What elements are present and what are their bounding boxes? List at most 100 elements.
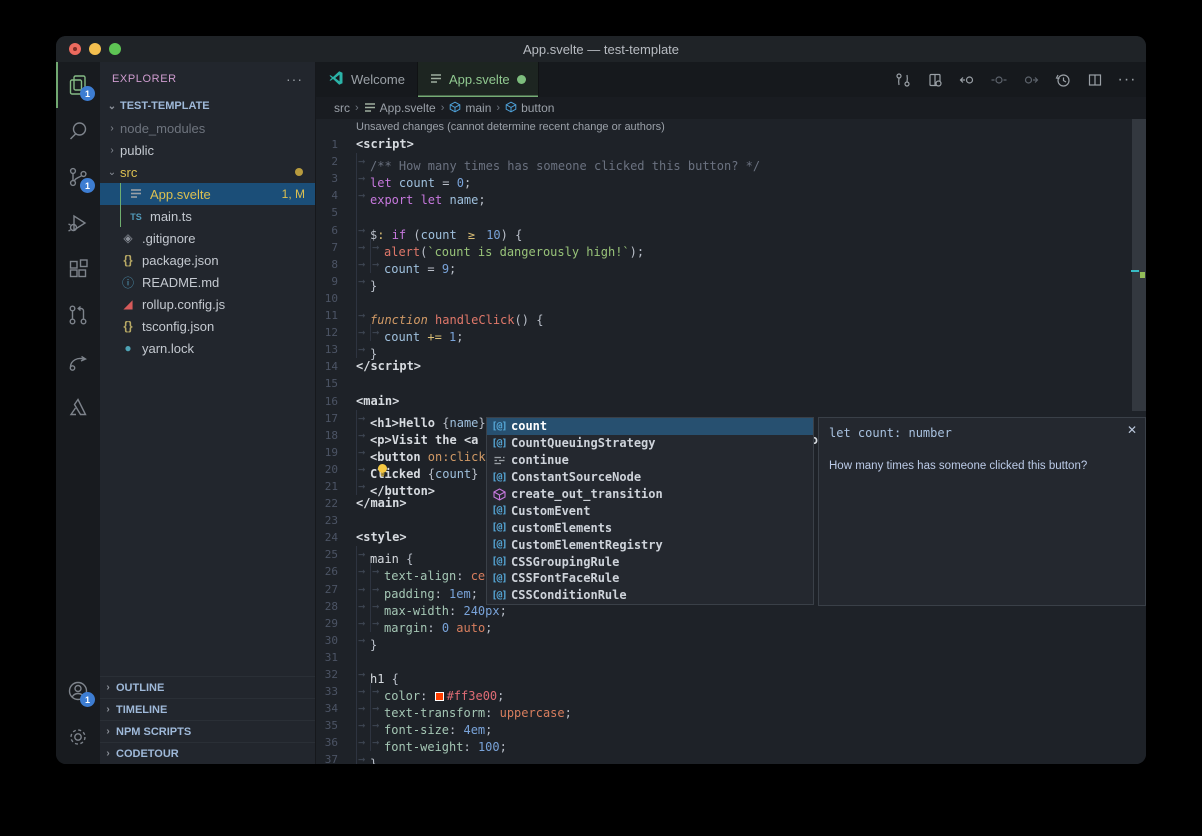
code-line-14[interactable]: 14</script> xyxy=(316,358,1146,375)
code-line-32[interactable]: 32→h1 { xyxy=(316,666,1146,683)
code-line-10[interactable]: 10→ xyxy=(316,290,1146,307)
symbol-var-icon: [@] xyxy=(487,556,511,567)
symbol-var-icon: [@] xyxy=(487,421,511,432)
sidebar-title: EXPLORER xyxy=(112,73,286,85)
svelte-file-icon xyxy=(128,187,144,202)
code-line-11[interactable]: 11→function handleClick() { xyxy=(316,307,1146,324)
tree-root-test-template[interactable]: ⌄ TEST-TEMPLATE xyxy=(100,95,315,117)
close-icon[interactable]: ✕ xyxy=(1127,423,1137,437)
breadcrumb-item-main[interactable]: main xyxy=(449,101,491,116)
code-line-2[interactable]: 2→/** How many times has someone clicked… xyxy=(316,153,1146,170)
line-number: 22 xyxy=(316,495,356,512)
code-line-36[interactable]: 36→→font-weight: 100; xyxy=(316,734,1146,751)
code-line-5[interactable]: 5→ xyxy=(316,204,1146,221)
explorer-icon[interactable]: 1 xyxy=(56,62,100,108)
overview-ruler-mark-teal xyxy=(1131,270,1139,272)
code-line-3[interactable]: 3→let count = 0; xyxy=(316,170,1146,187)
search-icon[interactable] xyxy=(56,108,100,154)
tree-item-package-json[interactable]: {}package.json xyxy=(100,249,315,271)
code-line-6[interactable]: 6→$: if (count ≥ 10) { xyxy=(316,222,1146,239)
run-debug-icon[interactable] xyxy=(56,200,100,246)
extensions-icon[interactable] xyxy=(56,246,100,292)
tree-item-tsconfig-json[interactable]: {}tsconfig.json xyxy=(100,315,315,337)
code-line-30[interactable]: 30→} xyxy=(316,632,1146,649)
suggest-item-count[interactable]: [@]count xyxy=(487,418,813,435)
symbol-var-icon: [@] xyxy=(487,438,511,449)
code-line-8[interactable]: 8→→count = 9; xyxy=(316,256,1146,273)
tab-welcome[interactable]: Welcome xyxy=(316,62,418,97)
breadcrumb-item-app-svelte[interactable]: App.svelte xyxy=(364,101,436,116)
line-number: 26 xyxy=(316,563,356,580)
code-line-12[interactable]: 12→→count += 1; xyxy=(316,324,1146,341)
tree-item-src[interactable]: ⌄src xyxy=(100,161,315,183)
code-line-16[interactable]: 16<main> xyxy=(316,393,1146,410)
tree-item-main-ts[interactable]: TSmain.ts xyxy=(100,205,315,227)
code-line-37[interactable]: 37→} xyxy=(316,751,1146,764)
modified-dot-icon[interactable] xyxy=(517,75,526,84)
accounts-icon[interactable]: 1 xyxy=(56,668,100,714)
suggest-item-countqueuingstrategy[interactable]: [@]CountQueuingStrategy xyxy=(487,435,813,452)
tree-item-rollup-config-js[interactable]: ◢rollup.config.js xyxy=(100,293,315,315)
prev-change-icon[interactable] xyxy=(956,69,978,91)
tab-whitespace-icon: → xyxy=(356,751,370,764)
breadcrumb-item-button[interactable]: button xyxy=(505,101,554,116)
chevron-right-icon: › xyxy=(100,726,116,737)
line-number: 17 xyxy=(316,410,356,427)
code-line-9[interactable]: 9→} xyxy=(316,273,1146,290)
next-change-icon[interactable] xyxy=(1020,69,1042,91)
suggest-item-constantsourcenode[interactable]: [@]ConstantSourceNode xyxy=(487,469,813,486)
suggest-item-cssgroupingrule[interactable]: [@]CSSGroupingRule xyxy=(487,553,813,570)
editor-scrollbar[interactable] xyxy=(1132,119,1146,411)
split-editor-icon[interactable] xyxy=(1084,69,1106,91)
tab-whitespace-icon: → xyxy=(370,734,384,751)
tab-whitespace-icon: → xyxy=(370,256,384,273)
suggest-item-continue[interactable]: continue xyxy=(487,452,813,469)
gitlens-compare-icon[interactable] xyxy=(892,69,914,91)
tree-item-public[interactable]: ›public xyxy=(100,139,315,161)
line-number: 8 xyxy=(316,256,356,273)
code-line-34[interactable]: 34→→text-transform: uppercase; xyxy=(316,700,1146,717)
suggest-item-create_out_transition[interactable]: create_out_transition xyxy=(487,486,813,503)
tree-item-node-modules[interactable]: ›node_modules xyxy=(100,117,315,139)
open-changes-icon[interactable] xyxy=(924,69,946,91)
suggest-item-customelements[interactable]: [@]customElements xyxy=(487,519,813,536)
suggest-item-customelementregistry[interactable]: [@]CustomElementRegistry xyxy=(487,536,813,553)
gitlens-annotation[interactable]: Unsaved changes (cannot determine recent… xyxy=(316,119,1146,136)
tree-item-readme-md[interactable]: ⓘREADME.md xyxy=(100,271,315,293)
section-timeline[interactable]: ›TIMELINE xyxy=(100,698,315,720)
azure-icon[interactable] xyxy=(56,384,100,430)
more-actions-icon[interactable]: ··· xyxy=(286,71,303,87)
code-line-13[interactable]: 13→} xyxy=(316,341,1146,358)
tab-whitespace-icon: → xyxy=(356,461,370,478)
source-control-icon[interactable]: 1 xyxy=(56,154,100,200)
code-line-33[interactable]: 33→→color: #ff3e00; xyxy=(316,683,1146,700)
section-npm-scripts[interactable]: ›NPM SCRIPTS xyxy=(100,720,315,742)
code-line-4[interactable]: 4→export let name; xyxy=(316,187,1146,204)
code-line-35[interactable]: 35→→font-size: 4em; xyxy=(316,717,1146,734)
svelte-icon xyxy=(364,101,376,116)
github-pr-icon[interactable] xyxy=(56,292,100,338)
tree-item-yarn-lock[interactable]: ●yarn.lock xyxy=(100,337,315,359)
code-line-29[interactable]: 29→→margin: 0 auto; xyxy=(316,615,1146,632)
line-number: 3 xyxy=(316,170,356,187)
settings-icon[interactable] xyxy=(56,714,100,760)
suggest-item-customevent[interactable]: [@]CustomEvent xyxy=(487,502,813,519)
breadcrumb-item-src[interactable]: src xyxy=(334,101,350,115)
code-line-7[interactable]: 7→→alert(`count is dangerously high!`); xyxy=(316,239,1146,256)
code-line-31[interactable]: 31→ xyxy=(316,649,1146,666)
code-line-1[interactable]: 1<script> xyxy=(316,136,1146,153)
line-number: 20 xyxy=(316,461,356,478)
current-change-icon[interactable] xyxy=(988,69,1010,91)
section-outline[interactable]: ›OUTLINE xyxy=(100,676,315,698)
section-codetour[interactable]: ›CODETOUR xyxy=(100,742,315,764)
code-line-15[interactable]: 15 xyxy=(316,375,1146,392)
live-share-icon[interactable] xyxy=(56,338,100,384)
line-number: 13 xyxy=(316,341,356,358)
tree-item--gitignore[interactable]: ◈.gitignore xyxy=(100,227,315,249)
suggest-item-cssconditionrule[interactable]: [@]CSSConditionRule xyxy=(487,587,813,604)
tree-item-app-svelte[interactable]: App.svelte1, M xyxy=(100,183,315,205)
file-history-icon[interactable] xyxy=(1052,69,1074,91)
tab-app-svelte[interactable]: App.svelte xyxy=(418,62,539,97)
suggest-item-cssfontfacerule[interactable]: [@]CSSFontFaceRule xyxy=(487,570,813,587)
more-actions-icon[interactable]: ··· xyxy=(1116,69,1138,91)
